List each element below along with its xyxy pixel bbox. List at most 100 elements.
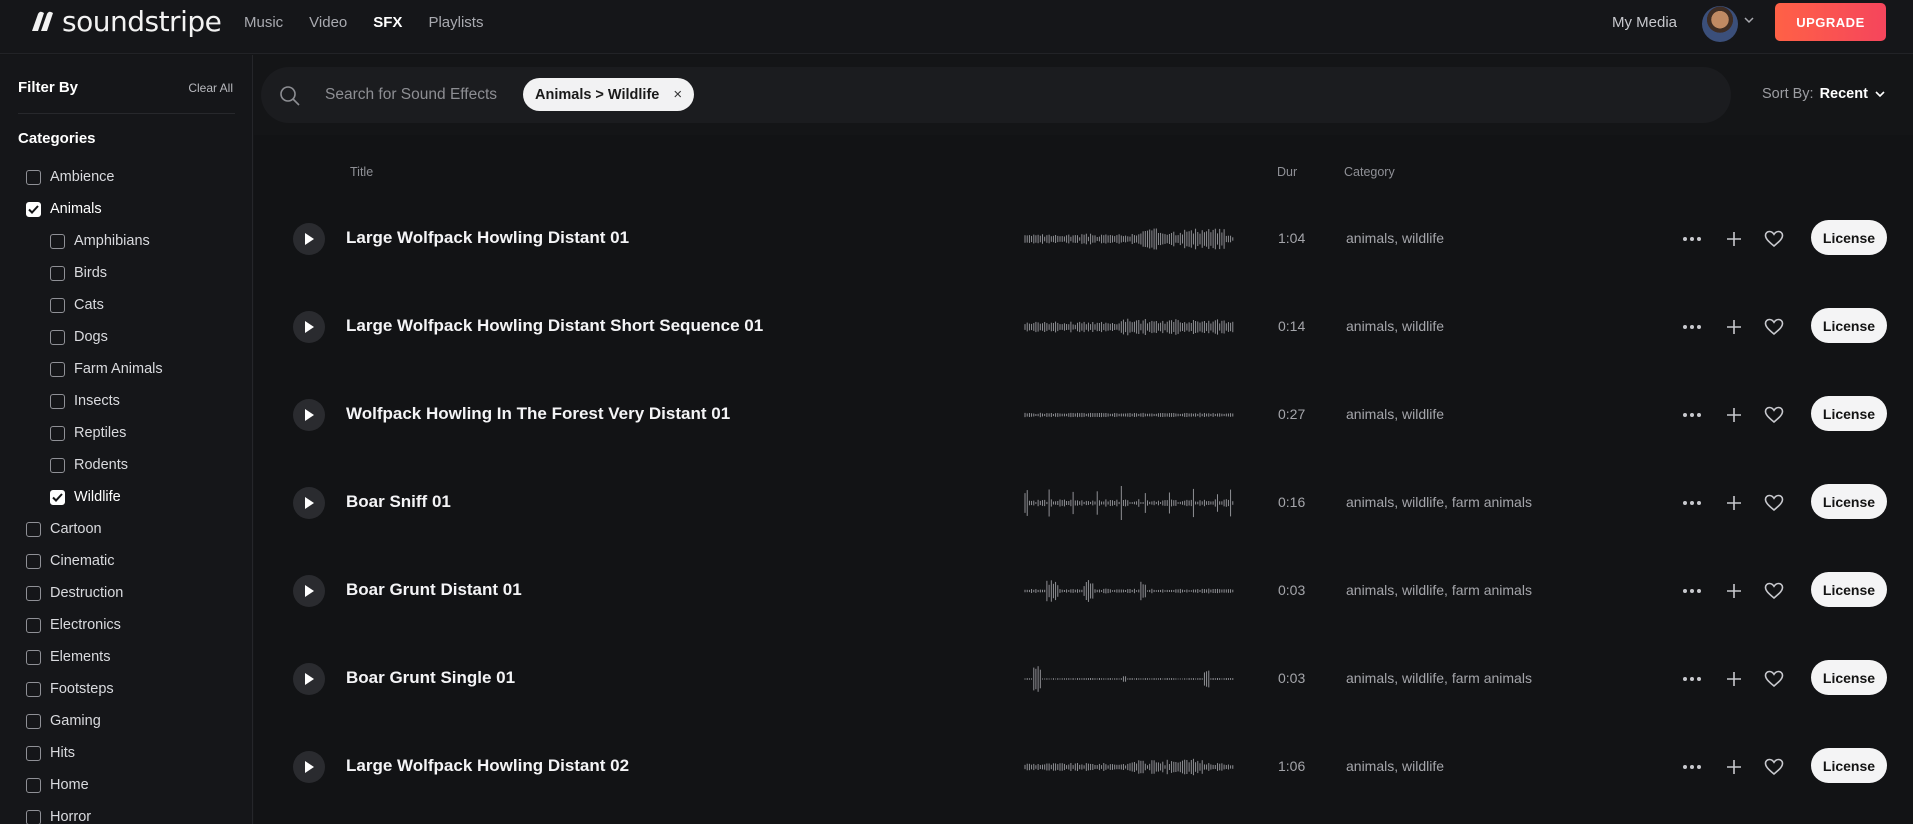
more-button[interactable]	[1680, 403, 1704, 427]
category-checkbox[interactable]	[26, 201, 41, 217]
play-button[interactable]	[293, 311, 325, 343]
avatar[interactable]	[1702, 6, 1738, 42]
add-button[interactable]	[1722, 579, 1746, 603]
more-button[interactable]	[1680, 491, 1704, 515]
waveform[interactable]	[1024, 221, 1234, 257]
logo[interactable]: soundstripe	[28, 8, 222, 36]
category-checkbox[interactable]	[50, 457, 65, 473]
license-button[interactable]: License	[1811, 484, 1887, 519]
category-checkbox[interactable]	[50, 297, 65, 313]
play-button[interactable]	[293, 399, 325, 431]
category-checkbox[interactable]	[26, 777, 41, 793]
sort-control[interactable]: Sort By: Recent	[1762, 86, 1886, 102]
add-button[interactable]	[1722, 403, 1746, 427]
category-item[interactable]: Ambience	[0, 161, 253, 193]
category-checkbox[interactable]	[26, 521, 41, 537]
category-item[interactable]: Wildlife	[0, 481, 253, 513]
license-button[interactable]: License	[1811, 220, 1887, 255]
category-checkbox[interactable]	[26, 681, 41, 697]
waveform[interactable]	[1024, 749, 1234, 785]
add-button[interactable]	[1722, 315, 1746, 339]
more-button[interactable]	[1680, 667, 1704, 691]
more-button[interactable]	[1680, 579, 1704, 603]
play-button[interactable]	[293, 663, 325, 695]
table-row[interactable]: Large Wolfpack Howling Distant 01 1:04 a…	[254, 197, 1913, 285]
more-button[interactable]	[1680, 315, 1704, 339]
waveform[interactable]	[1024, 661, 1234, 697]
category-item[interactable]: Footsteps	[0, 673, 253, 705]
add-button[interactable]	[1722, 667, 1746, 691]
category-item[interactable]: Electronics	[0, 609, 253, 641]
category-checkbox[interactable]	[26, 617, 41, 633]
table-row[interactable]: Boar Grunt Single 01 0:03 animals, wildl…	[254, 637, 1913, 725]
category-checkbox[interactable]	[26, 169, 41, 185]
category-item[interactable]: Rodents	[0, 449, 253, 481]
category-checkbox[interactable]	[50, 425, 65, 441]
track-title[interactable]: Boar Sniff 01	[346, 492, 451, 512]
track-title[interactable]: Large Wolfpack Howling Distant 02	[346, 756, 629, 776]
category-item[interactable]: Animals	[0, 193, 253, 225]
filter-chip[interactable]: Animals > Wildlife ×	[523, 78, 695, 111]
waveform[interactable]	[1024, 309, 1234, 345]
category-item[interactable]: Cats	[0, 289, 253, 321]
track-title[interactable]: Boar Grunt Single 01	[346, 668, 515, 688]
category-item[interactable]: Gaming	[0, 705, 253, 737]
category-checkbox[interactable]	[50, 233, 65, 249]
category-item[interactable]: Birds	[0, 257, 253, 289]
waveform[interactable]	[1024, 397, 1234, 433]
chevron-down-icon[interactable]	[1874, 90, 1886, 98]
license-button[interactable]: License	[1811, 660, 1887, 695]
track-title[interactable]: Large Wolfpack Howling Distant 01	[346, 228, 629, 248]
license-button[interactable]: License	[1811, 572, 1887, 607]
category-item[interactable]: Reptiles	[0, 417, 253, 449]
license-button[interactable]: License	[1811, 396, 1887, 431]
category-item[interactable]: Farm Animals	[0, 353, 253, 385]
add-button[interactable]	[1722, 755, 1746, 779]
favorite-button[interactable]	[1762, 491, 1786, 515]
sort-value[interactable]: Recent	[1820, 86, 1868, 102]
category-item[interactable]: Horror	[0, 801, 253, 824]
category-item[interactable]: Home	[0, 769, 253, 801]
play-button[interactable]	[293, 751, 325, 783]
my-media-link[interactable]: My Media	[1612, 14, 1677, 31]
close-icon[interactable]: ×	[673, 86, 682, 103]
category-item[interactable]: Hits	[0, 737, 253, 769]
add-button[interactable]	[1722, 491, 1746, 515]
favorite-button[interactable]	[1762, 667, 1786, 691]
table-row[interactable]: Large Wolfpack Howling Distant 02 1:06 a…	[254, 725, 1913, 813]
category-checkbox[interactable]	[50, 329, 65, 345]
favorite-button[interactable]	[1762, 403, 1786, 427]
category-checkbox[interactable]	[26, 809, 41, 824]
category-checkbox[interactable]	[26, 745, 41, 761]
favorite-button[interactable]	[1762, 755, 1786, 779]
track-title[interactable]: Wolfpack Howling In The Forest Very Dist…	[346, 404, 730, 424]
category-item[interactable]: Dogs	[0, 321, 253, 353]
table-row[interactable]: Wolfpack Howling In The Forest Very Dist…	[254, 373, 1913, 461]
category-item[interactable]: Destruction	[0, 577, 253, 609]
category-checkbox[interactable]	[50, 489, 65, 505]
track-title[interactable]: Boar Grunt Distant 01	[346, 580, 522, 600]
add-button[interactable]	[1722, 227, 1746, 251]
play-button[interactable]	[293, 575, 325, 607]
favorite-button[interactable]	[1762, 315, 1786, 339]
play-button[interactable]	[293, 223, 325, 255]
table-row[interactable]: Large Wolfpack Howling Distant Short Seq…	[254, 285, 1913, 373]
upgrade-button[interactable]: UPGRADE	[1775, 3, 1886, 41]
category-checkbox[interactable]	[50, 361, 65, 377]
table-row[interactable]: Boar Grunt Distant 01 0:03 animals, wild…	[254, 549, 1913, 637]
category-checkbox[interactable]	[26, 713, 41, 729]
play-button[interactable]	[293, 487, 325, 519]
waveform[interactable]	[1024, 573, 1234, 609]
category-item[interactable]: Insects	[0, 385, 253, 417]
category-checkbox[interactable]	[50, 265, 65, 281]
category-item[interactable]: Amphibians	[0, 225, 253, 257]
waveform[interactable]	[1024, 485, 1234, 521]
category-checkbox[interactable]	[26, 553, 41, 569]
category-item[interactable]: Elements	[0, 641, 253, 673]
category-item[interactable]: Cartoon	[0, 513, 253, 545]
chevron-down-icon[interactable]	[1744, 16, 1754, 24]
category-item[interactable]: Cinematic	[0, 545, 253, 577]
track-title[interactable]: Large Wolfpack Howling Distant Short Seq…	[346, 316, 763, 336]
clear-all-button[interactable]: Clear All	[188, 81, 233, 95]
search-input[interactable]	[325, 83, 505, 107]
